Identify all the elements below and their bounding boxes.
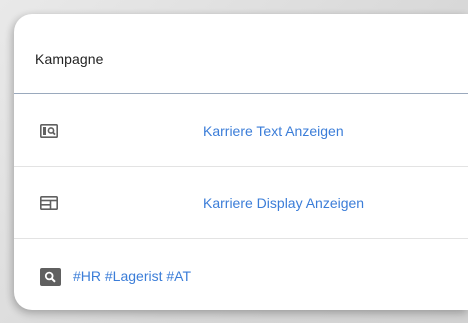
campaign-link-karriere-text[interactable]: Karriere Text Anzeigen [203, 123, 344, 139]
campaign-link-karriere-display[interactable]: Karriere Display Anzeigen [203, 195, 364, 211]
display-ad-layout-icon [40, 196, 58, 210]
column-header-kampagne: Kampagne [35, 51, 104, 67]
keyword-link-hr-lagerist-at[interactable]: #HR #Lagerist #AT [73, 268, 191, 284]
campaign-table-card: Kampagne Karriere Text Anzeigen Karriere… [14, 14, 468, 310]
text-ad-search-icon [40, 124, 58, 138]
table-header: Kampagne [14, 14, 468, 94]
table-row[interactable]: Karriere Text Anzeigen [14, 95, 468, 167]
table-row[interactable]: Karriere Display Anzeigen [14, 167, 468, 239]
search-icon [40, 268, 61, 286]
table-row[interactable]: #HR #Lagerist #AT [14, 239, 468, 310]
